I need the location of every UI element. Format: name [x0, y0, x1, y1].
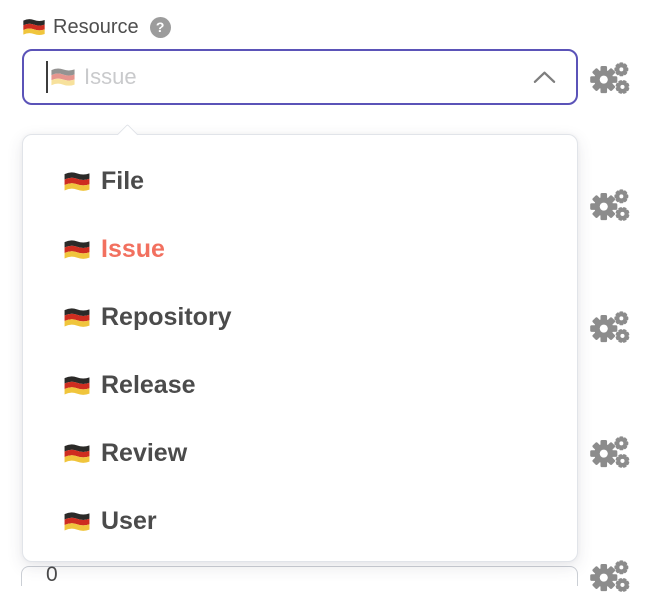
dropdown-option-list: File Issue Repository Release Review: [23, 147, 577, 555]
background-field-edge: [21, 566, 578, 586]
resource-select-input[interactable]: Issue: [22, 49, 578, 105]
option-issue[interactable]: Issue: [23, 215, 577, 283]
germany-flag-icon: [63, 511, 91, 532]
germany-flag-icon: [50, 67, 76, 87]
option-repository[interactable]: Repository: [23, 283, 577, 351]
germany-flag-icon: [22, 18, 46, 36]
resource-field-screen: Resource ? Issue: [0, 0, 650, 572]
germany-flag-icon: [63, 171, 91, 192]
select-placeholder: Issue: [84, 64, 533, 90]
germany-flag-icon: [63, 375, 91, 396]
option-label: Repository: [101, 303, 232, 332]
settings-gears-icon[interactable]: [588, 187, 632, 224]
option-label: Issue: [101, 235, 165, 264]
background-partial-text: 0: [46, 563, 58, 587]
option-label: User: [101, 507, 157, 536]
resource-field-label: Resource ?: [22, 14, 171, 40]
option-user[interactable]: User: [23, 487, 577, 555]
help-icon[interactable]: ?: [150, 17, 171, 38]
resource-dropdown-menu: File Issue Repository Release Review: [22, 134, 578, 562]
text-caret: [46, 61, 48, 93]
option-label: Review: [101, 439, 187, 468]
germany-flag-icon: [63, 443, 91, 464]
germany-flag-icon: [63, 239, 91, 260]
option-review[interactable]: Review: [23, 419, 577, 487]
option-label: File: [101, 167, 144, 196]
field-label-text: Resource: [53, 16, 139, 39]
chevron-up-icon[interactable]: [533, 70, 556, 84]
settings-gears-icon[interactable]: [588, 558, 632, 595]
dropdown-notch: [117, 124, 138, 145]
option-file[interactable]: File: [23, 147, 577, 215]
settings-gears-icon[interactable]: [588, 60, 632, 97]
germany-flag-icon: [63, 307, 91, 328]
settings-gears-icon[interactable]: [588, 309, 632, 346]
settings-gears-icon[interactable]: [588, 434, 632, 471]
option-release[interactable]: Release: [23, 351, 577, 419]
option-label: Release: [101, 371, 196, 400]
